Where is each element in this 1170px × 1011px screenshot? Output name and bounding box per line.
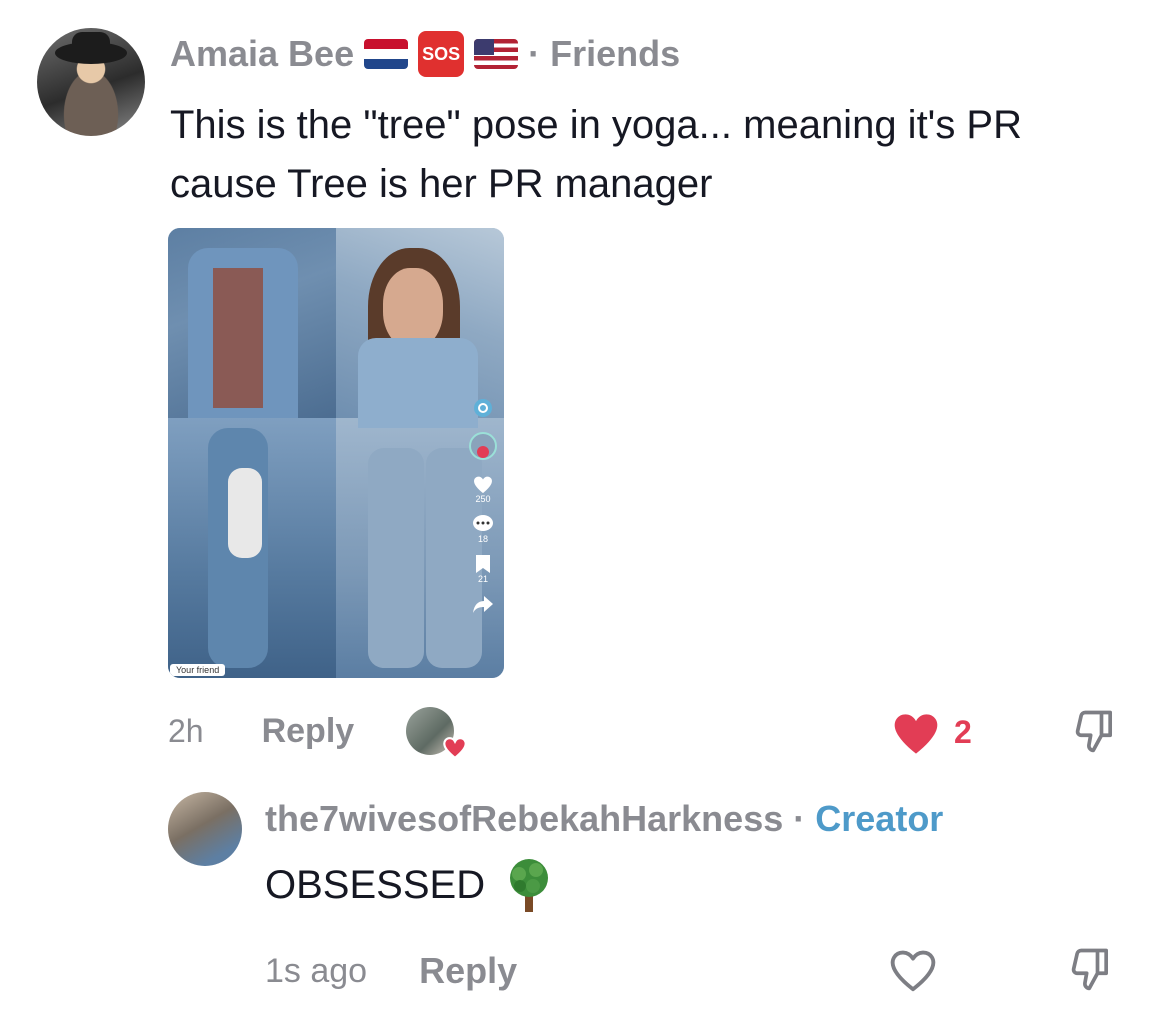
- share-icon: [473, 596, 493, 613]
- netherlands-flag-icon: [364, 39, 409, 69]
- separator-dot: ·: [793, 798, 806, 839]
- video-side-icons: 250 18 21: [468, 398, 498, 614]
- figure-face: [383, 268, 443, 348]
- dislike-icon[interactable]: [1068, 706, 1122, 758]
- chat-bubble-icon: [474, 399, 492, 417]
- heart-icon: [474, 476, 492, 494]
- reply-button[interactable]: Reply: [419, 950, 517, 992]
- heart-outline-icon[interactable]: [886, 944, 940, 994]
- bookmark-icon: [476, 555, 490, 573]
- creator-liked-avatar: [406, 707, 467, 759]
- figure-vest: [358, 338, 478, 428]
- your-friend-label: Your friend: [170, 664, 226, 676]
- bookmarks-count: 21: [477, 574, 488, 584]
- sos-icon: SOS: [418, 31, 465, 77]
- commenter-username[interactable]: Amaia Bee: [170, 33, 354, 75]
- like-count: 2: [954, 713, 972, 750]
- reply-text-row: OBSESSED: [265, 856, 555, 914]
- comment-attached-image[interactable]: 250 18 21 Your friend: [168, 228, 504, 678]
- reply-timestamp: 1s ago: [265, 951, 368, 990]
- comment-icon: [473, 515, 493, 531]
- creator-avatar-icon: [469, 432, 497, 460]
- replier-username[interactable]: the7wivesofRebekahHarkness: [265, 798, 783, 839]
- relation-label: Friends: [550, 33, 681, 74]
- comments-count: 18: [477, 534, 488, 544]
- separator-dot: ·: [528, 33, 541, 74]
- reply-button[interactable]: Reply: [262, 712, 355, 751]
- comment-header: Amaia Bee SOS · Friends: [170, 31, 681, 77]
- comment-timestamp: 2h: [168, 712, 204, 749]
- figure-shirt: [213, 268, 263, 408]
- comment-meta-row: 2h Reply: [168, 706, 467, 759]
- figure-leg: [368, 448, 424, 668]
- likes-count: 250: [475, 494, 491, 504]
- like-control[interactable]: 2: [890, 708, 972, 756]
- replier-avatar[interactable]: [168, 792, 242, 866]
- reply-text: OBSESSED: [265, 862, 486, 907]
- avatar-hat-brim: [55, 42, 127, 64]
- heart-icon: [443, 737, 467, 759]
- dislike-icon[interactable]: [1064, 944, 1118, 996]
- figure-sock: [228, 468, 262, 558]
- reply-header: the7wivesofRebekahHarkness · Creator: [265, 798, 943, 840]
- comment-text: This is the "tree" pose in yoga... meani…: [170, 103, 1022, 206]
- reply-meta-row: 1s ago Reply: [265, 946, 517, 996]
- commenter-avatar[interactable]: [37, 28, 145, 136]
- tree-emoji-icon: [510, 859, 549, 912]
- usa-flag-icon: [474, 39, 519, 69]
- heart-filled-icon[interactable]: [890, 708, 942, 756]
- creator-badge: Creator: [815, 798, 944, 839]
